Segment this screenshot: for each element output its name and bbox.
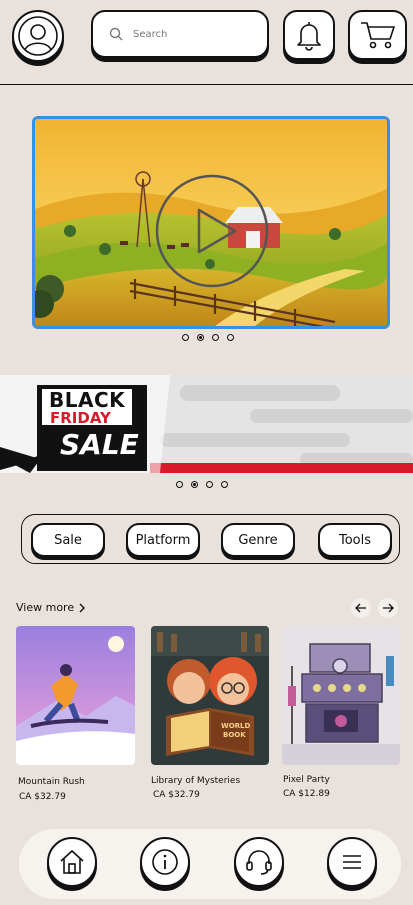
- search-input[interactable]: Search: [91, 10, 269, 58]
- product-title[interactable]: Library of Mysteries: [151, 776, 240, 786]
- carousel-dot[interactable]: [212, 334, 219, 341]
- view-more-link[interactable]: View more: [16, 601, 86, 614]
- carousel-dot[interactable]: [182, 334, 189, 341]
- cart-button[interactable]: [348, 10, 407, 60]
- carousel-dot[interactable]: [197, 334, 204, 341]
- category-tools[interactable]: Tools: [318, 523, 392, 557]
- product-title[interactable]: Mountain Rush: [18, 777, 85, 787]
- info-icon: [152, 849, 178, 875]
- category-sale[interactable]: Sale: [31, 523, 105, 557]
- category-genre[interactable]: Genre: [221, 523, 295, 557]
- product-image-library-of-mysteries[interactable]: WORLD BOOK: [151, 626, 269, 765]
- user-icon: [18, 16, 58, 56]
- black-friday-banner[interactable]: BLACK FRIDAY SALE: [0, 375, 413, 473]
- bell-icon: [297, 22, 321, 51]
- menu-icon: [343, 855, 361, 869]
- scroll-right-button[interactable]: [378, 598, 398, 618]
- kids-reading-image: WORLD BOOK: [151, 626, 269, 765]
- bottom-navigation: [19, 829, 401, 899]
- arrow-left-icon: [355, 603, 366, 613]
- product-price: CA $32.79: [153, 790, 200, 800]
- carousel-dot[interactable]: [221, 481, 228, 488]
- nav-info-button[interactable]: [140, 837, 190, 887]
- search-placeholder: Search: [133, 28, 168, 40]
- pixel-machine-image: [282, 626, 400, 765]
- nav-home-button[interactable]: [47, 837, 97, 887]
- carousel-dot[interactable]: [176, 481, 183, 488]
- chevron-right-icon: [79, 603, 86, 612]
- arrow-right-icon: [383, 603, 394, 613]
- book-cover-text: BOOK: [223, 731, 246, 739]
- home-icon: [60, 850, 84, 874]
- snowboarder-image: [16, 626, 135, 765]
- carousel-dot[interactable]: [227, 334, 234, 341]
- search-icon: [109, 27, 123, 41]
- nav-menu-button[interactable]: [327, 837, 377, 887]
- book-cover-text: WORLD: [221, 722, 251, 730]
- cart-icon: [360, 22, 395, 49]
- video-carousel-dots: [182, 334, 234, 341]
- notifications-button[interactable]: [283, 10, 335, 60]
- category-bar: Sale Platform Genre Tools: [21, 514, 400, 564]
- view-more-label: View more: [16, 601, 75, 614]
- play-icon[interactable]: [155, 174, 269, 288]
- product-image-mountain-rush[interactable]: [16, 626, 135, 765]
- product-price: CA $12.89: [283, 789, 330, 799]
- category-platform[interactable]: Platform: [126, 523, 200, 557]
- profile-avatar-button[interactable]: [12, 10, 64, 62]
- featured-video[interactable]: [32, 116, 390, 329]
- headset-icon: [246, 850, 272, 875]
- carousel-dot[interactable]: [206, 481, 213, 488]
- banner-line-3: SALE: [60, 428, 139, 461]
- banner-line-2: FRIDAY: [50, 409, 111, 427]
- banner-line-1: BLACK: [49, 388, 126, 412]
- banner-carousel-dots: [176, 481, 228, 488]
- header-divider: [0, 84, 413, 85]
- carousel-dot[interactable]: [191, 481, 198, 488]
- product-title[interactable]: Pixel Party: [283, 775, 330, 785]
- scroll-left-button[interactable]: [351, 598, 371, 618]
- product-price: CA $32.79: [19, 792, 66, 802]
- nav-support-button[interactable]: [234, 837, 284, 887]
- product-image-pixel-party[interactable]: [282, 626, 400, 765]
